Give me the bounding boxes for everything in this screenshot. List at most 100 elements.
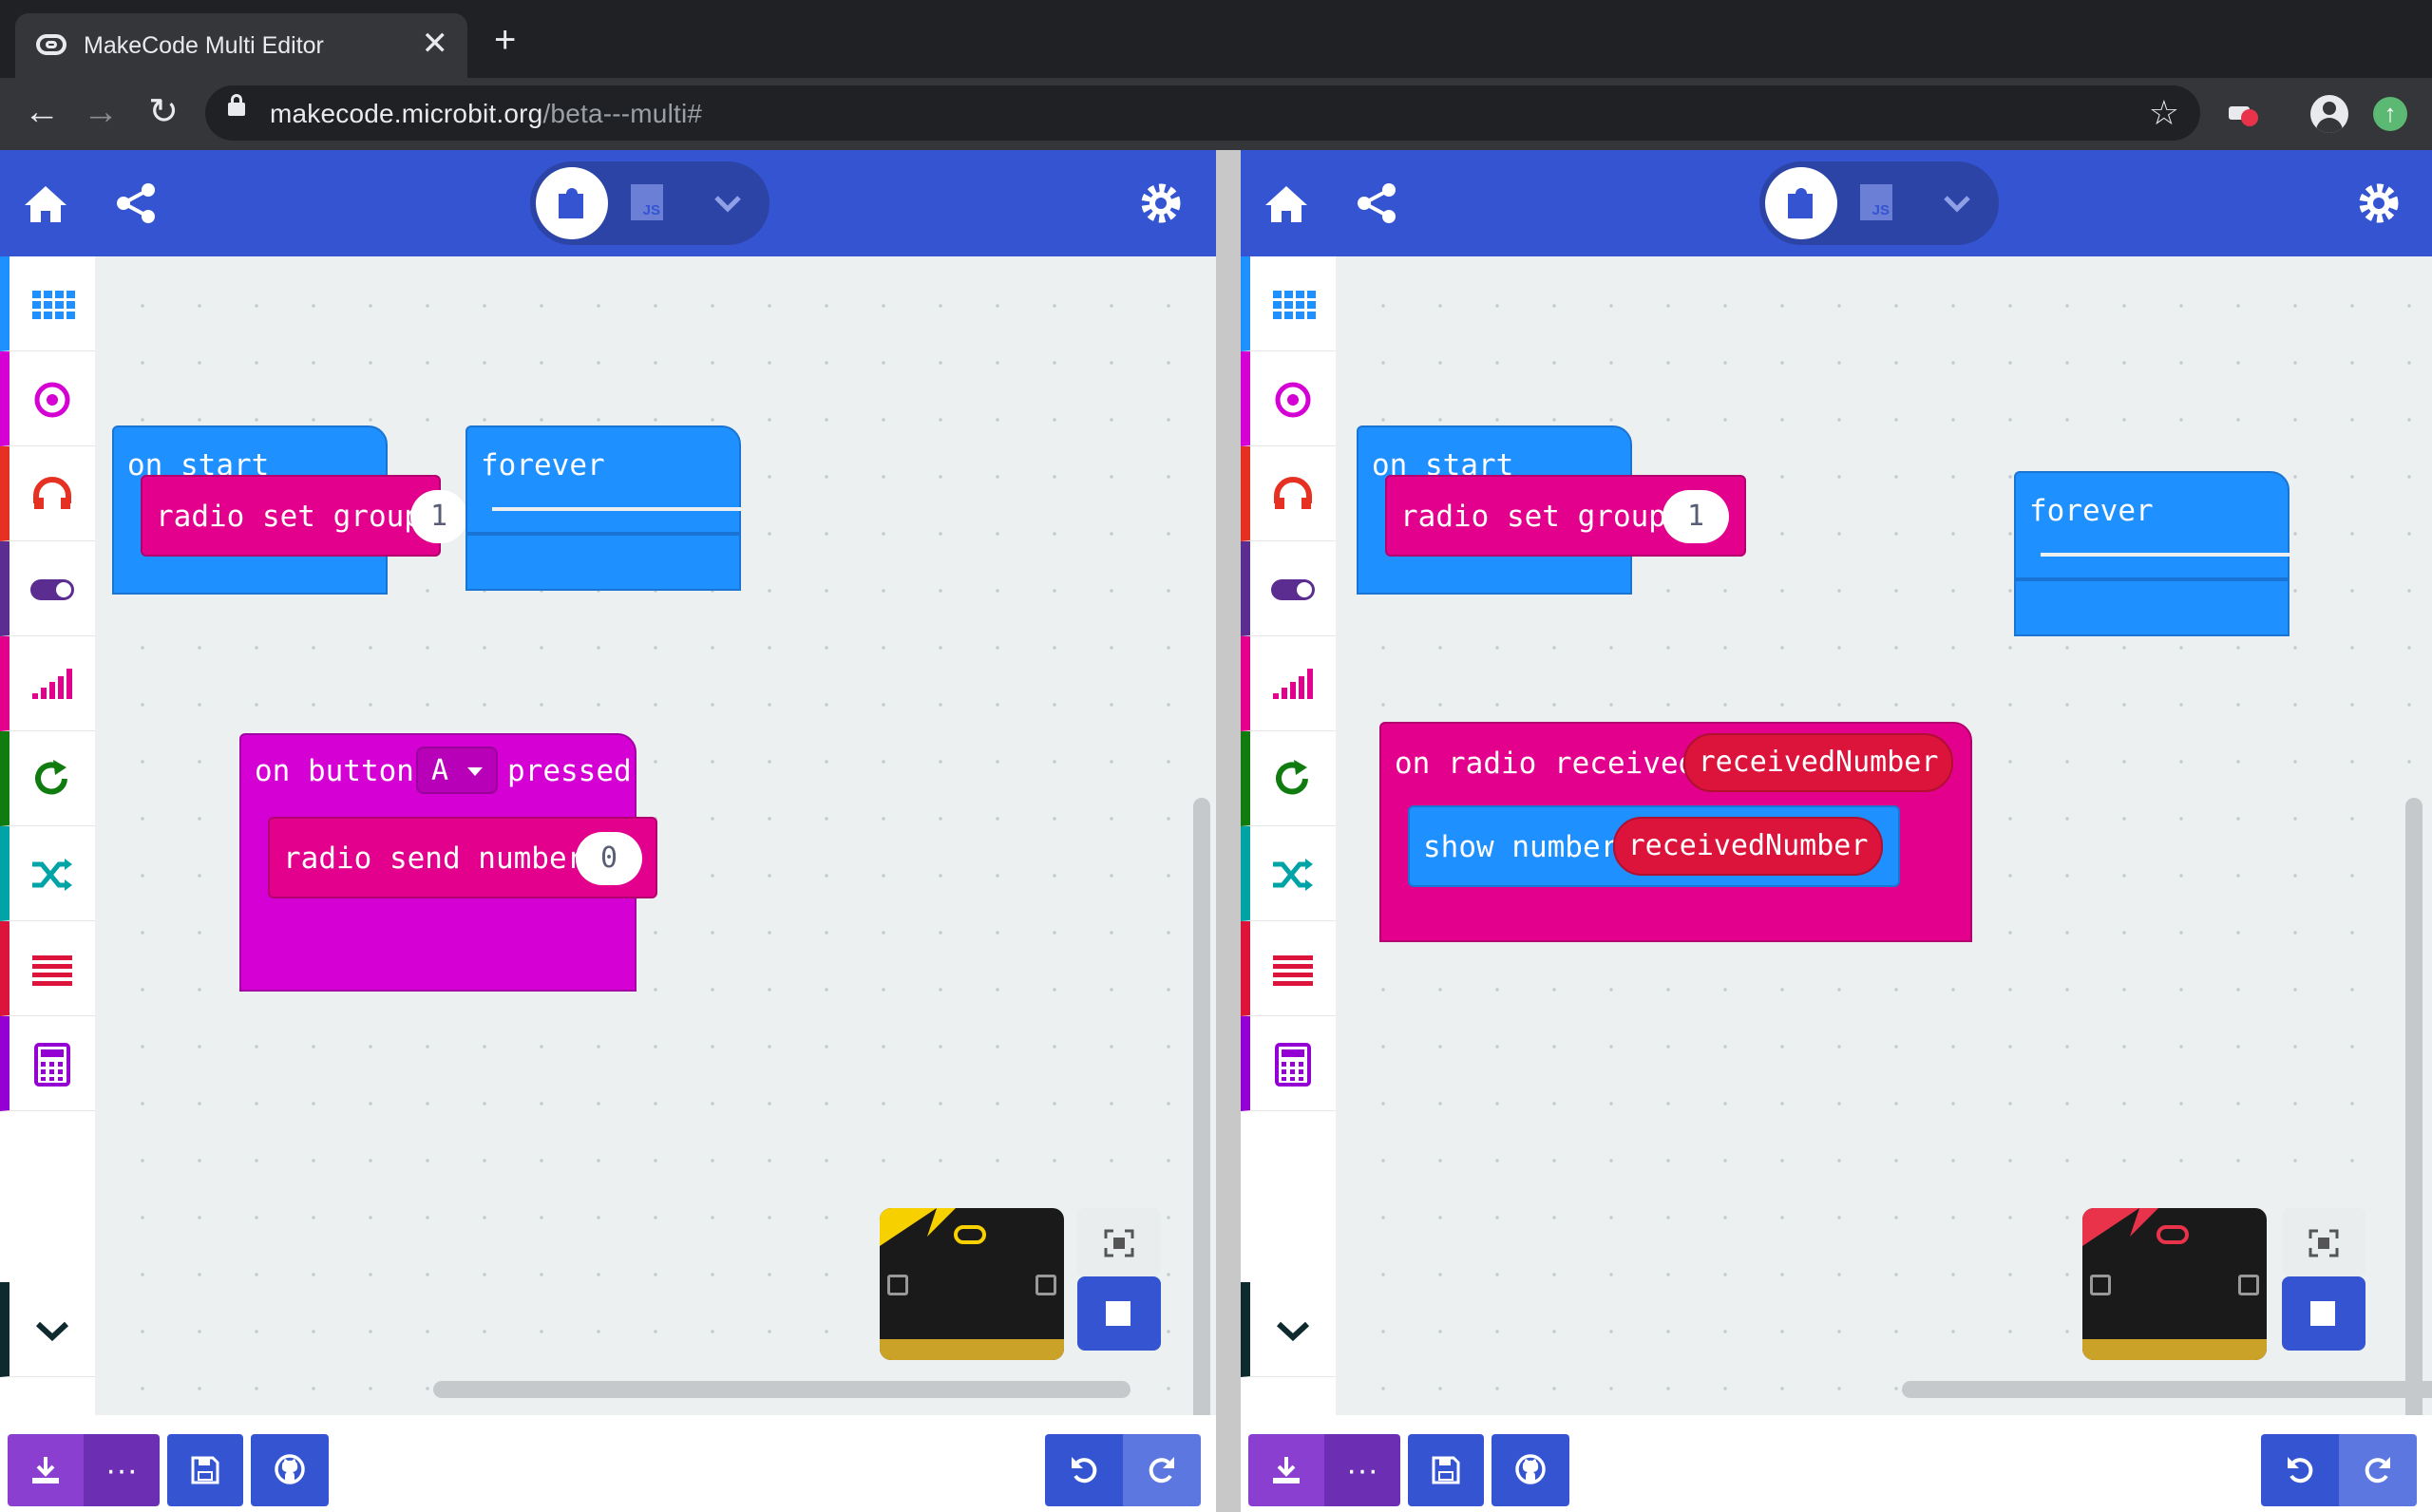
toolbox-more[interactable]	[1241, 1282, 1336, 1377]
vertical-scrollbar[interactable]	[1193, 798, 1210, 1512]
toolbox	[1241, 256, 1336, 1415]
stop-icon	[1106, 1301, 1130, 1326]
toolbox-radio[interactable]	[0, 636, 95, 731]
blocks-mode-button[interactable]	[536, 167, 608, 239]
toolbox-radio[interactable]	[1241, 636, 1336, 731]
toolbox-variables[interactable]	[0, 921, 95, 1016]
github-button[interactable]	[251, 1434, 329, 1506]
send-number-field[interactable]: 0	[576, 832, 642, 885]
microbit-simulator[interactable]	[2082, 1208, 2267, 1360]
extension-icon[interactable]	[2227, 99, 2259, 127]
show-number-block[interactable]: show number receivedNumber	[1408, 805, 1900, 887]
save-button[interactable]	[1408, 1434, 1484, 1506]
gear-icon[interactable]	[1136, 179, 1186, 228]
toolbox-music[interactable]	[0, 446, 95, 541]
new-tab-button[interactable]: +	[494, 21, 516, 59]
address-bar[interactable]: makecode.microbit.org/beta---multi# ☆	[205, 85, 2200, 141]
home-icon[interactable]	[21, 179, 70, 228]
undo-button[interactable]	[2261, 1434, 2339, 1506]
chevron-down-icon[interactable]	[709, 186, 747, 220]
share-icon[interactable]	[1353, 179, 1402, 228]
toolbox-basic[interactable]	[1241, 256, 1336, 351]
back-button[interactable]: ←	[21, 91, 63, 133]
toolbox-logic[interactable]	[1241, 826, 1336, 921]
toolbox-loops[interactable]	[0, 731, 95, 826]
sim-button-b[interactable]	[1036, 1275, 1056, 1295]
save-button[interactable]	[167, 1434, 243, 1506]
javascript-mode-button[interactable]: JS	[631, 184, 663, 220]
toolbox-input[interactable]	[1241, 351, 1336, 446]
bookmark-star-icon[interactable]: ☆	[2149, 94, 2179, 132]
toolbox-input[interactable]	[0, 351, 95, 446]
profile-avatar-icon[interactable]	[2310, 95, 2348, 133]
sim-button-a[interactable]	[2090, 1275, 2111, 1295]
microbit-favicon-icon	[36, 34, 66, 55]
toolbox-more[interactable]	[0, 1282, 95, 1377]
blocks-workspace[interactable]: on start radio set group 1 forever on ra…	[1336, 256, 2432, 1512]
calculator-icon	[34, 1043, 70, 1087]
toolbox-loops[interactable]	[1241, 731, 1336, 826]
group-number-field[interactable]: 1	[410, 490, 467, 543]
horizontal-scrollbar[interactable]	[1902, 1381, 2432, 1398]
save-disk-icon	[191, 1456, 219, 1484]
radio-send-number-block[interactable]: radio send number 0	[268, 817, 657, 898]
sim-button-b[interactable]	[2238, 1275, 2259, 1295]
sim-stop-button[interactable]	[2282, 1276, 2366, 1351]
toolbox-variables[interactable]	[1241, 921, 1336, 1016]
toolbox-basic[interactable]	[0, 256, 95, 351]
download-more-button[interactable]: ···	[1324, 1434, 1400, 1506]
url-text: makecode.microbit.org/beta---multi#	[270, 99, 703, 128]
javascript-mode-button[interactable]: JS	[1860, 184, 1892, 220]
chevron-down-icon[interactable]	[1938, 186, 1976, 220]
reload-button[interactable]: ↻	[142, 91, 184, 133]
browser-tab[interactable]: MakeCode Multi Editor ✕	[15, 13, 467, 78]
toolbox	[0, 256, 95, 1415]
undo-button[interactable]	[1045, 1434, 1123, 1506]
signal-icon	[32, 669, 72, 699]
redo-button[interactable]	[1123, 1434, 1201, 1506]
editor-bottom-bar: ···	[1241, 1415, 2432, 1512]
radio-set-group-block[interactable]: radio set group 1	[1385, 475, 1746, 557]
editor-mode-toggle: JS	[1759, 161, 1999, 245]
toolbox-led[interactable]	[0, 541, 95, 636]
redo-button[interactable]	[2339, 1434, 2417, 1506]
toolbox-music[interactable]	[1241, 446, 1336, 541]
left-editor-pane: JS on start radio set group 1 forever on…	[0, 150, 1216, 1512]
forward-button[interactable]: →	[80, 91, 122, 133]
button-dropdown[interactable]: A	[416, 747, 498, 794]
horizontal-scrollbar[interactable]	[433, 1381, 1130, 1398]
redo-icon	[2365, 1457, 2390, 1484]
group-number-field[interactable]: 1	[1662, 490, 1729, 543]
blocks-workspace[interactable]: on start radio set group 1 forever on bu…	[95, 256, 1216, 1512]
loop-icon	[35, 760, 67, 795]
forever-block[interactable]: forever	[466, 425, 741, 534]
close-tab-icon[interactable]: ✕	[422, 25, 449, 63]
sim-stop-button[interactable]	[1077, 1276, 1161, 1351]
toolbox-led[interactable]	[1241, 541, 1336, 636]
microbit-simulator[interactable]	[880, 1208, 1064, 1360]
sim-fullscreen-button[interactable]	[2282, 1208, 2366, 1276]
puzzle-icon	[1788, 188, 1813, 218]
vertical-scrollbar[interactable]	[2405, 798, 2422, 1512]
download-button[interactable]	[8, 1434, 84, 1506]
blocks-mode-button[interactable]	[1765, 167, 1837, 239]
forever-block[interactable]: forever	[2014, 471, 2290, 579]
pane-divider[interactable]	[1216, 150, 1241, 1512]
received-number-variable[interactable]: receivedNumber	[1683, 733, 1953, 792]
toolbox-math[interactable]	[1241, 1016, 1336, 1111]
editor-header: JS	[1241, 150, 2432, 256]
download-more-button[interactable]: ···	[84, 1434, 160, 1506]
gear-icon[interactable]	[2354, 179, 2404, 228]
show-number-variable[interactable]: receivedNumber	[1613, 817, 1883, 876]
share-icon[interactable]	[112, 179, 162, 228]
microbit-logo-icon	[2156, 1225, 2189, 1244]
toolbox-logic[interactable]	[0, 826, 95, 921]
update-arrow-icon[interactable]: ↑	[2373, 97, 2407, 131]
sim-button-a[interactable]	[887, 1275, 908, 1295]
radio-set-group-block[interactable]: radio set group 1	[141, 475, 467, 557]
sim-fullscreen-button[interactable]	[1077, 1208, 1161, 1276]
download-button[interactable]	[1248, 1434, 1324, 1506]
github-button[interactable]	[1492, 1434, 1569, 1506]
home-icon[interactable]	[1262, 179, 1311, 228]
toolbox-math[interactable]	[0, 1016, 95, 1111]
